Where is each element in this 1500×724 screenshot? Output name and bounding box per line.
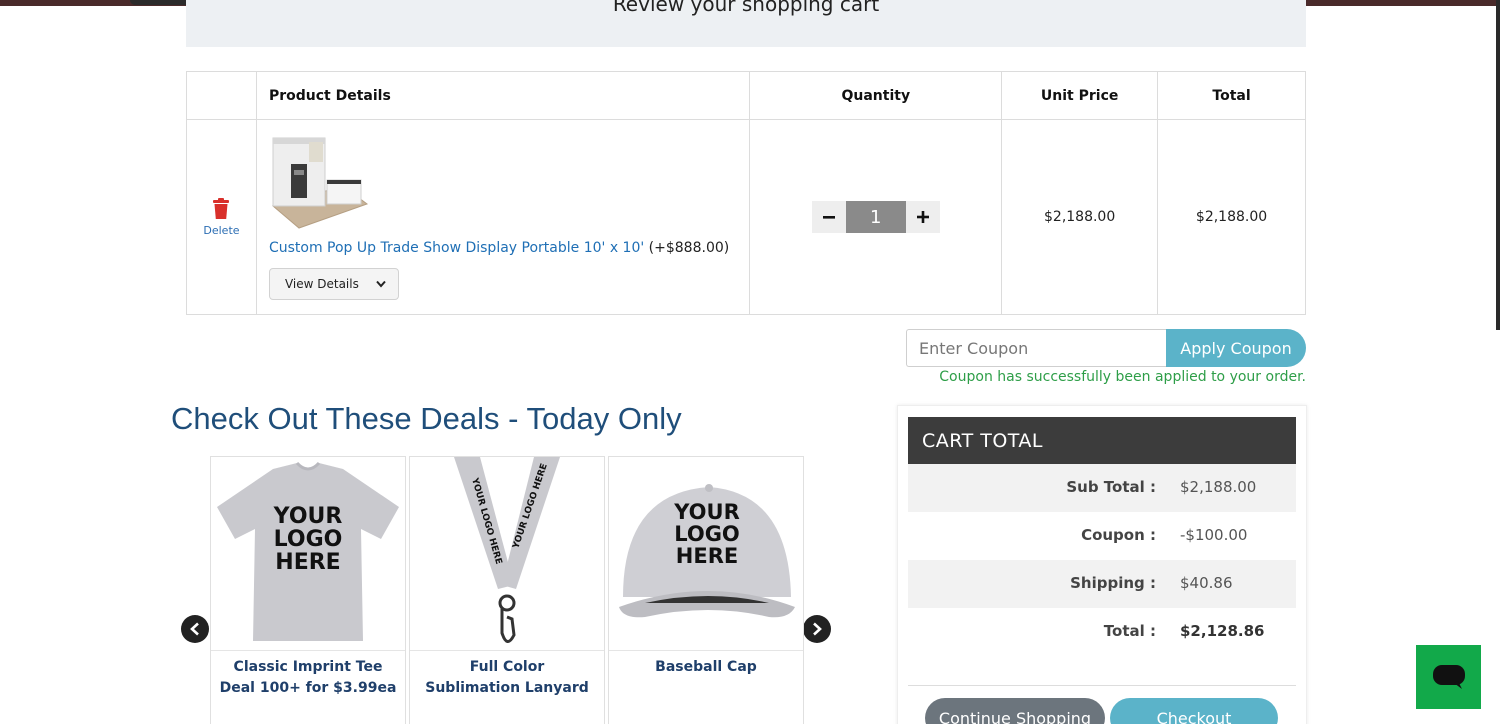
deals-heading: Check Out These Deals - Today Only — [171, 401, 682, 436]
subtotal-value: $2,188.00 — [1180, 478, 1257, 496]
col-header-delete — [186, 71, 257, 120]
col-header-product-details: Product Details — [255, 71, 751, 120]
total-value: $2,128.86 — [1180, 622, 1265, 640]
col-header-unit-price: Unit Price — [1001, 71, 1159, 120]
cap-image[interactable]: YOUR LOGO HERE — [609, 457, 803, 650]
cart-total-row-shipping: Shipping : $40.86 — [908, 560, 1296, 608]
continue-shopping-button[interactable]: Continue Shopping — [925, 698, 1105, 724]
cap-logo-line-3: HERE — [676, 544, 738, 568]
view-details-button[interactable]: View Details — [268, 268, 399, 300]
quantity-stepper: 1 — [750, 201, 1001, 233]
cart-table: Product Details Quantity Unit Price Tota… — [186, 71, 1306, 315]
deal-card-divider — [609, 650, 803, 651]
delete-cell[interactable]: Delete — [186, 119, 257, 315]
cap-logo-line-2: LOGO — [674, 522, 740, 546]
shipping-value: $40.86 — [1180, 574, 1233, 592]
view-details-label: View Details — [284, 277, 359, 291]
subtotal-label: Sub Total : — [1066, 478, 1156, 496]
unit-price-cell: $2,188.00 — [1001, 119, 1159, 315]
coupon-value: -$100.00 — [1180, 526, 1248, 544]
page-scrollbar[interactable] — [1496, 0, 1500, 330]
deal-card-tee[interactable]: YOUR LOGO HERE Classic Imprint Tee Deal … — [210, 456, 406, 724]
product-link[interactable]: Custom Pop Up Trade Show Display Portabl… — [269, 240, 729, 256]
tee-logo-line-1: YOUR — [273, 504, 343, 529]
chat-button[interactable] — [1416, 645, 1481, 709]
tee-image[interactable]: YOUR LOGO HERE — [211, 457, 405, 650]
cart-total-row-coupon: Coupon : -$100.00 — [908, 512, 1296, 560]
chevron-right-icon — [813, 622, 822, 636]
product-details-cell: Custom Pop Up Trade Show Display Portabl… — [255, 119, 751, 315]
page-title: Review your shopping cart — [612, 0, 880, 16]
quantity-input[interactable]: 1 — [845, 201, 906, 233]
col-header-total: Total — [1157, 71, 1306, 120]
coupon-label: Coupon : — [1081, 526, 1156, 544]
deal-name-line-1[interactable]: Baseball Cap — [655, 659, 757, 675]
tee-logo-line-3: HERE — [275, 550, 340, 575]
increase-quantity-button[interactable] — [905, 201, 940, 233]
review-cart-header: Review your shopping cart — [186, 0, 1306, 47]
quantity-cell: 1 — [749, 119, 1003, 315]
carousel-prev-button[interactable] — [181, 615, 209, 643]
deal-name-line-1[interactable]: Classic Imprint Tee — [234, 659, 383, 675]
checkout-button[interactable]: Checkout — [1110, 698, 1278, 724]
product-name[interactable]: Custom Pop Up Trade Show Display Portabl… — [269, 240, 644, 256]
chat-bubble-icon — [1432, 665, 1465, 689]
deal-name-line-2[interactable]: Sublimation Lanyard — [425, 680, 589, 696]
coupon-input[interactable] — [906, 329, 1168, 367]
deal-name[interactable]: Classic Imprint Tee Deal 100+ for $3.99e… — [211, 657, 405, 699]
lanyard-image[interactable]: YOUR LOGO HERE YOUR LOGO HERE — [410, 457, 604, 650]
tee-logo-line-2: LOGO — [274, 527, 343, 552]
total-label: Total : — [1103, 622, 1156, 640]
coupon-success-message: Coupon has successfully been applied to … — [939, 369, 1306, 385]
shipping-label: Shipping : — [1070, 574, 1156, 592]
deal-card-lanyard[interactable]: YOUR LOGO HERE YOUR LOGO HERE Full Color… — [409, 456, 605, 724]
cart-table-header-row: Product Details Quantity Unit Price Tota… — [186, 71, 1306, 120]
product-image[interactable] — [269, 134, 369, 230]
deal-name[interactable]: Baseball Cap — [609, 657, 803, 678]
cap-logo-line-1: YOUR — [673, 500, 740, 524]
cart-total-divider — [908, 685, 1296, 686]
total-cell: $2,188.00 — [1157, 119, 1306, 315]
delete-link[interactable]: Delete — [187, 224, 256, 237]
deal-name-line-1[interactable]: Full Color — [470, 659, 545, 675]
cart-total-panel: CART TOTAL Sub Total : $2,188.00 Coupon … — [897, 405, 1307, 724]
deal-card-cap[interactable]: YOUR LOGO HERE Baseball Cap — [608, 456, 804, 724]
decrease-quantity-button[interactable] — [811, 201, 846, 233]
carousel-next-button[interactable] — [803, 615, 831, 643]
plus-icon — [916, 211, 929, 223]
apply-coupon-button[interactable]: Apply Coupon — [1166, 329, 1306, 367]
minus-icon — [822, 216, 835, 219]
deal-name-line-2[interactable]: Deal 100+ for $3.99ea — [220, 680, 397, 696]
table-row: Delete Custom Pop Up Trade Show Display … — [186, 119, 1306, 315]
deal-card-divider — [211, 650, 405, 651]
chevron-down-icon — [376, 280, 386, 288]
trash-icon[interactable] — [211, 197, 231, 220]
product-extra-price: (+$888.00) — [648, 240, 730, 256]
deal-name[interactable]: Full Color Sublimation Lanyard — [410, 657, 604, 699]
cart-total-row-subtotal: Sub Total : $2,188.00 — [908, 464, 1296, 512]
col-header-quantity: Quantity — [749, 71, 1003, 120]
chevron-left-icon — [190, 622, 199, 636]
cart-total-row-total: Total : $2,128.86 — [908, 608, 1296, 656]
cart-total-heading: CART TOTAL — [908, 417, 1296, 464]
deal-card-divider — [410, 650, 604, 651]
